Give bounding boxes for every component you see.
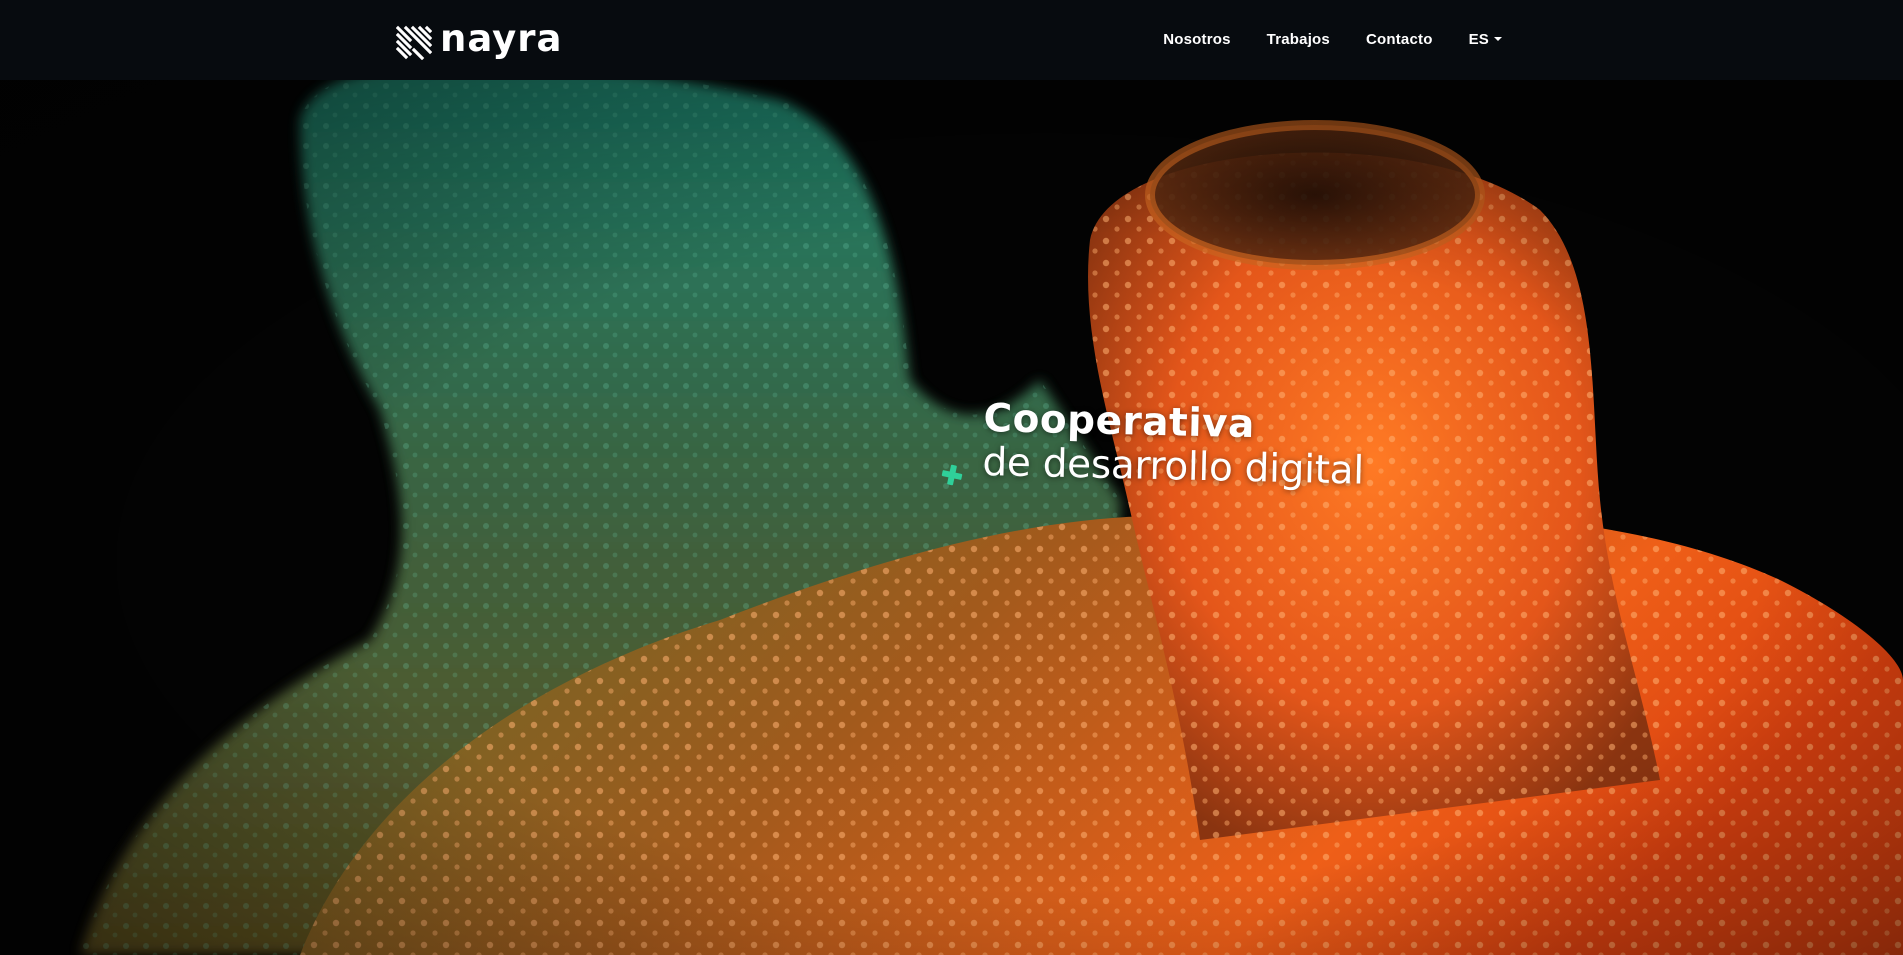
caret-down-icon xyxy=(1494,37,1502,41)
language-label: ES xyxy=(1468,30,1489,48)
nav-item-nosotros: Nosotros xyxy=(1163,31,1230,50)
nav-item-contacto: Contacto xyxy=(1366,31,1433,50)
brand-logo-link[interactable]: nayra xyxy=(396,17,563,61)
nav-item-trabajos: Trabajos xyxy=(1267,31,1330,50)
language-dropdown[interactable]: ES xyxy=(1469,31,1502,48)
brand-name: nayra xyxy=(440,17,563,60)
hero-heading-group: Cooperativa de desarrollo digital xyxy=(982,396,1365,494)
top-navbar: nayra Nosotros Trabajos Contacto ES xyxy=(0,0,1903,80)
plus-icon xyxy=(941,464,963,486)
nav-link-nosotros[interactable]: Nosotros xyxy=(1163,31,1230,48)
hero-background-image xyxy=(0,80,1903,955)
hero-section: Cooperativa de desarrollo digital xyxy=(0,80,1903,955)
nav-item-language: ES xyxy=(1469,31,1502,50)
nav-link-contacto[interactable]: Contacto xyxy=(1366,31,1433,48)
nayra-logo-icon xyxy=(396,25,432,60)
nav-link-trabajos[interactable]: Trabajos xyxy=(1267,31,1330,48)
hero-subtitle: de desarrollo digital xyxy=(982,439,1365,494)
main-nav: Nosotros Trabajos Contacto ES xyxy=(1127,0,1502,80)
